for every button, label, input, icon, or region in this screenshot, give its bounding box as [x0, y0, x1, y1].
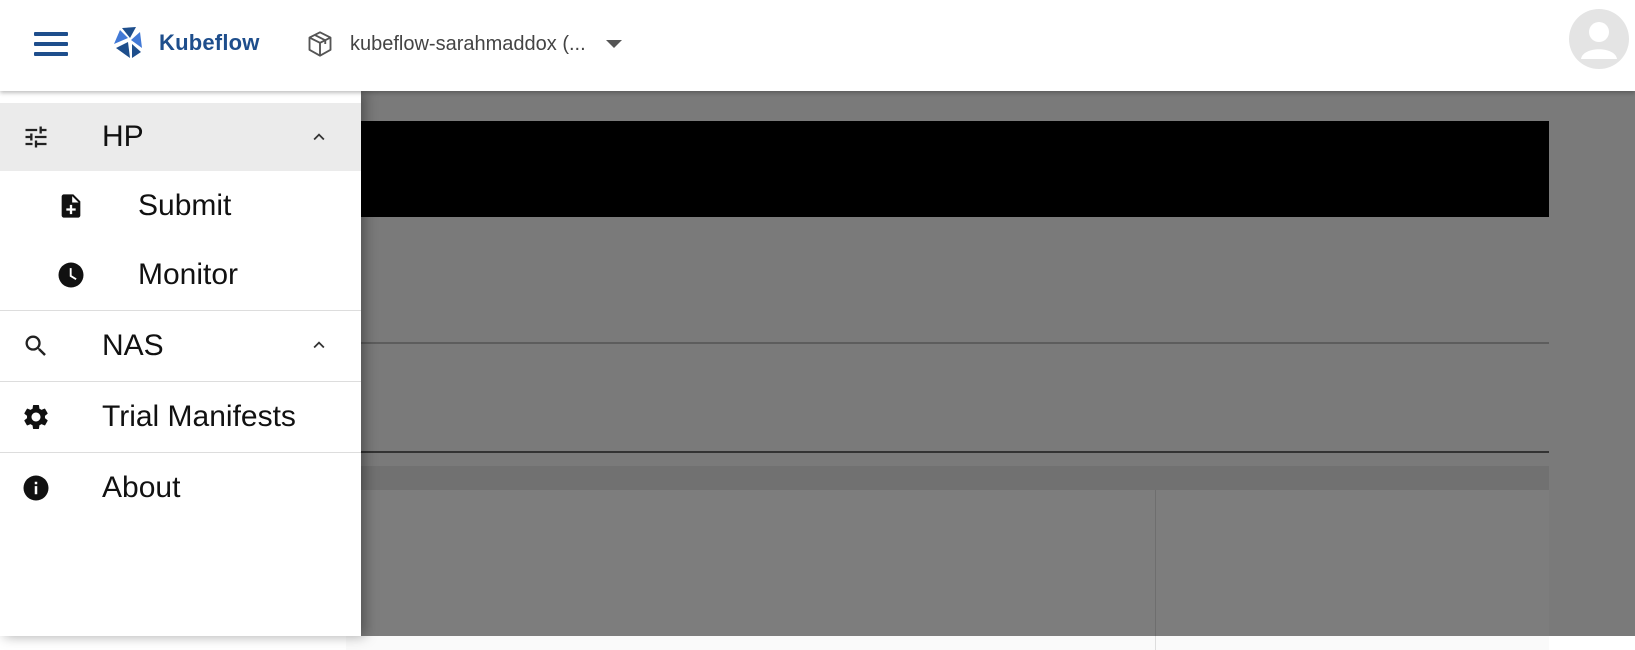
- search-icon: [21, 331, 51, 361]
- nav-item-submit[interactable]: Submit: [0, 171, 361, 240]
- gear-icon: [21, 402, 51, 432]
- nav-item-submit-label: Submit: [138, 188, 232, 222]
- nav-item-trial-manifests[interactable]: Trial Manifests: [0, 382, 361, 451]
- nav-item-trial-manifests-label: Trial Manifests: [102, 399, 296, 433]
- top-app-bar: Kubeflow kubeflow-sarahmaddox (...: [0, 0, 1635, 91]
- note-add-icon: [56, 191, 86, 221]
- navigation-drawer: HP Submit Monitor NAS Trial Manifests Ab…: [0, 91, 361, 636]
- info-icon: [21, 473, 51, 503]
- package-box-icon: [308, 31, 332, 57]
- namespace-label: kubeflow-sarahmaddox (...: [350, 32, 586, 55]
- brand-title[interactable]: Kubeflow: [159, 30, 260, 56]
- namespace-selector[interactable]: kubeflow-sarahmaddox (...: [306, 26, 622, 62]
- nav-item-about-label: About: [102, 470, 181, 504]
- kubeflow-logo: [114, 27, 142, 58]
- caret-down-icon: [605, 40, 622, 48]
- nav-item-hp[interactable]: HP: [0, 103, 361, 171]
- nav-item-about[interactable]: About: [0, 453, 361, 522]
- nav-item-nas[interactable]: NAS: [0, 311, 361, 380]
- hamburger-menu-icon[interactable]: [26, 22, 76, 66]
- nav-item-nas-label: NAS: [102, 328, 164, 362]
- clock-icon: [56, 260, 86, 290]
- nav-item-monitor[interactable]: Monitor: [0, 240, 361, 309]
- account-avatar-icon[interactable]: [1569, 9, 1629, 69]
- tune-sliders-icon: [21, 122, 51, 152]
- chevron-up-icon[interactable]: [308, 126, 330, 148]
- nav-item-hp-label: HP: [102, 120, 144, 153]
- chevron-up-icon[interactable]: [308, 334, 330, 356]
- nav-item-monitor-label: Monitor: [138, 257, 239, 291]
